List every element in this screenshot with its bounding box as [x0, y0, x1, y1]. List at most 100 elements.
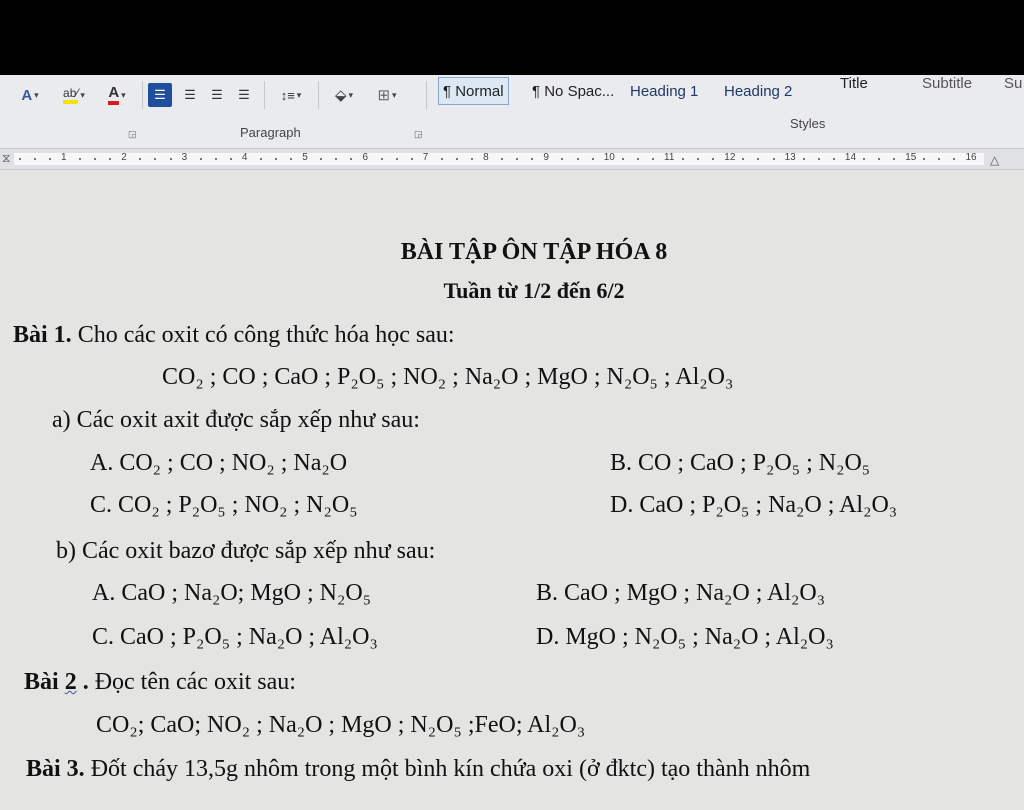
align-center-button[interactable]: ☰ [178, 83, 202, 107]
ruler-tick [878, 158, 881, 160]
line-spacing-button[interactable]: ↕≡ ▾ [270, 83, 312, 107]
ruler-number: 8 [483, 152, 489, 163]
ruler-tick [380, 158, 383, 160]
ruler-tick [561, 158, 564, 160]
align-center-icon: ☰ [184, 87, 196, 102]
shading-button[interactable]: ⬙ ▾ [324, 83, 364, 107]
align-right-button[interactable]: ☰ [205, 83, 229, 107]
ruler-tick [440, 158, 443, 160]
ruler-tick [350, 158, 353, 160]
align-left-icon: ☰ [154, 87, 166, 102]
document-subtitle: Tuần từ 1/2 đến 6/2 [443, 278, 625, 303]
font-color-button[interactable]: A ▾ [98, 83, 136, 107]
chevron-down-icon: ▾ [348, 89, 354, 100]
bai1-b-option-d: D. MgO ; N₂O₅ ; Na₂O ; Al₂O₃ [536, 624, 834, 650]
ruler-tick [802, 158, 805, 160]
ruler-tick [109, 158, 112, 160]
ruler-tick [772, 158, 775, 160]
highlight-icon: ab⁄ [63, 86, 79, 104]
ruler-number: 13 [784, 152, 796, 163]
style-heading-1[interactable]: Heading 1 [626, 79, 702, 103]
ruler-tick [938, 158, 941, 160]
ruler-number: 6 [362, 152, 369, 163]
text-effects-button[interactable]: A ▾ [10, 83, 50, 107]
bai3-paragraph: Bài 3. Đốt cháy 13,5g nhôm trong một bìn… [26, 757, 810, 781]
ribbon: A ▾ ab⁄ ▾ A ▾ ☰ ☰ ☰ ☰ ↕≡ ▾ ⬙ ▾ ⊞ ▾ ¶ Normal ¶ … [0, 75, 1024, 149]
horizontal-ruler[interactable]: 1 2 3 4 5 6 7 8 9 10 11 12 13 14 15 16 ⧖ △ [0, 149, 1024, 170]
ruler-tick [923, 158, 926, 160]
style-more[interactable]: Su [1000, 71, 1024, 95]
chevron-down-icon: ▾ [392, 89, 397, 100]
ruler-tick [862, 158, 865, 160]
ruler-tick [154, 158, 157, 160]
ruler-tick [48, 158, 51, 160]
ruler-number: 11 [664, 152, 675, 163]
indent-marker-icon[interactable]: ⧖ [2, 151, 10, 166]
bai1-paragraph: Bài 1. Cho các oxit có công thức hóa học… [13, 323, 455, 347]
ruler-tick [471, 158, 474, 160]
style-no-spacing[interactable]: ¶ No Spac... [528, 79, 618, 103]
ruler-tick [621, 158, 624, 160]
ruler-tick [18, 158, 21, 160]
styles-gallery: ¶ Normal ¶ No Spac... Heading 1 Heading … [436, 75, 1024, 115]
paragraph-dialog-launcher-icon[interactable]: ◲ [414, 129, 423, 140]
ruler-tick [697, 158, 700, 160]
separator [426, 81, 427, 109]
ruler-number: 7 [422, 152, 429, 163]
ruler-tick [953, 158, 956, 160]
ruler-tick [410, 158, 413, 160]
ruler-tick [169, 158, 172, 160]
separator [142, 81, 143, 109]
style-heading-2[interactable]: Heading 2 [720, 79, 796, 103]
bai2-label-prefix: Bài [24, 669, 65, 695]
bai1-a-option-b: B. CO ; CaO ; P₂O₅ ; N₂O₅ [610, 450, 871, 476]
font-color-icon: A [108, 85, 120, 105]
ruler-number: 4 [241, 152, 248, 163]
right-indent-marker-icon[interactable]: △ [990, 153, 999, 167]
bai1-a-question: a) Các oxit axit được sắp xếp như sau: [52, 407, 420, 433]
separator [318, 81, 319, 109]
shading-icon: ⬙ [334, 87, 347, 104]
align-left-button[interactable]: ☰ [148, 83, 172, 107]
ruler-tick [531, 158, 534, 160]
font-dialog-launcher-icon[interactable]: ◲ [128, 129, 137, 140]
style-subtitle[interactable]: Subtitle [918, 71, 976, 95]
ruler-tick [335, 158, 338, 160]
text-effects-icon: A [21, 86, 33, 104]
ruler-number: 3 [181, 152, 188, 163]
ruler-tick [79, 158, 82, 160]
ruler-tick [199, 158, 202, 160]
ruler-tick [214, 158, 217, 160]
ruler-number: 2 [121, 152, 127, 163]
ruler-tick [229, 158, 232, 160]
group-label-styles: Styles [790, 116, 826, 131]
document-page[interactable]: BÀI TẬP ÔN TẬP HÓA 8 Tuần từ 1/2 đến 6/2… [0, 170, 1024, 810]
justify-button[interactable]: ☰ [232, 83, 256, 107]
borders-button[interactable]: ⊞ ▾ [366, 83, 408, 107]
bai1-b-option-b: B. CaO ; MgO ; Na₂O ; Al₂O₃ [536, 580, 826, 606]
ruler-tick [576, 158, 579, 160]
ruler-number: 5 [302, 152, 308, 163]
bai2-formulas: CO₂; CaO; NO₂ ; Na₂O ; MgO ; N₂O₅ ;FeO; … [96, 712, 586, 738]
ruler-tick [275, 158, 278, 160]
align-right-icon: ☰ [211, 87, 223, 102]
ruler-tick [712, 158, 715, 160]
separator [264, 81, 265, 109]
ruler-tick [94, 158, 97, 160]
style-title[interactable]: Title [836, 71, 872, 95]
style-normal[interactable]: ¶ Normal [438, 77, 509, 105]
ruler-tick [33, 158, 36, 160]
justify-icon: ☰ [238, 87, 250, 102]
ruler-number: 15 [905, 152, 917, 163]
bai2-label-number: 2 [64, 669, 77, 695]
ruler-tick [682, 158, 685, 160]
bai3-label: Bài 3. [26, 756, 85, 782]
ruler-tick [320, 158, 323, 160]
ruler-tick [455, 158, 458, 160]
ruler-number: 16 [965, 152, 977, 163]
ruler-tick [139, 158, 142, 160]
ruler-number: 1 [61, 152, 67, 163]
highlight-button[interactable]: ab⁄ ▾ [54, 83, 94, 107]
ruler-tick [893, 158, 896, 160]
ruler-number: 12 [724, 152, 736, 163]
